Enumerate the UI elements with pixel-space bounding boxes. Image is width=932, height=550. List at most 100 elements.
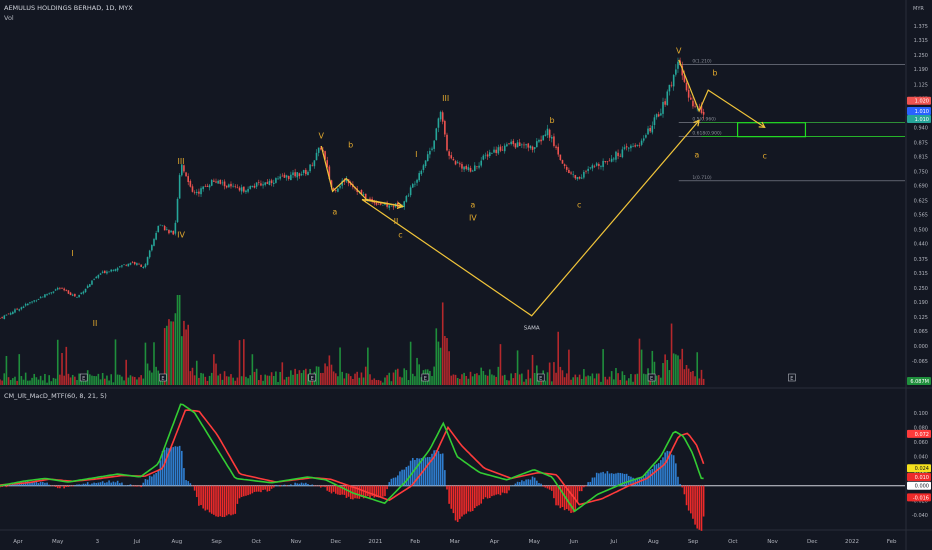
macd-histogram-bar <box>89 484 91 486</box>
candle-body <box>420 170 423 175</box>
volume-bar <box>546 372 549 385</box>
macd-histogram-bar <box>253 485 256 492</box>
volume-bar <box>131 376 134 385</box>
candle-body <box>640 140 643 145</box>
volume-bar <box>330 364 333 385</box>
volume-bar <box>127 377 130 385</box>
candle-body <box>503 145 506 152</box>
volume-bar <box>277 382 279 385</box>
candle-body <box>191 186 194 192</box>
wave-label: III <box>177 157 184 166</box>
time-tick-label: 3 <box>96 539 100 545</box>
volume-bar <box>180 336 183 385</box>
macd-histogram-bar <box>279 485 281 487</box>
volume-bar <box>337 376 339 385</box>
candle-body <box>155 233 157 240</box>
volume-bar <box>480 367 483 385</box>
macd-histogram-bar <box>459 485 461 519</box>
macd-histogram-bar <box>272 485 275 488</box>
macd-histogram-bar <box>343 485 346 495</box>
volume-bar <box>251 354 254 385</box>
candle-body <box>698 106 701 108</box>
macd-tag-text: 0.010 <box>915 475 929 481</box>
volume-bar <box>110 374 113 385</box>
macd-histogram-bar <box>657 463 660 486</box>
candle-body <box>93 279 95 280</box>
volume-bar <box>78 373 80 385</box>
candle-body <box>108 271 110 273</box>
volume-bar <box>604 376 607 385</box>
macd-histogram-bar <box>78 484 80 486</box>
volume-bar <box>187 324 190 385</box>
candle-body <box>638 145 641 146</box>
candle-body <box>281 175 284 177</box>
macd-histogram-bar <box>613 473 615 486</box>
volume-bar <box>217 375 219 385</box>
candle-body <box>272 182 275 184</box>
volume-bar <box>174 313 177 385</box>
volume-bar <box>557 331 560 385</box>
volume-bar <box>499 344 502 385</box>
macd-histogram-bar <box>550 485 553 491</box>
trading-chart[interactable]: 0(1.210)0.5(0.960)0.618(0.900)1(0.710) I… <box>0 0 932 550</box>
volume-bar <box>352 378 354 385</box>
volume-bar <box>506 380 508 385</box>
candle-body <box>634 145 636 147</box>
candle-body <box>694 106 696 107</box>
candle-body <box>52 291 55 293</box>
candle-body <box>39 297 42 299</box>
candle-body <box>426 154 429 162</box>
volume-bar <box>437 341 440 385</box>
candle-body <box>168 230 170 234</box>
candle-body <box>604 161 607 162</box>
candle-body <box>621 149 624 158</box>
macd-histogram-bar <box>157 470 160 486</box>
candle-body <box>89 284 91 287</box>
volume-bar <box>191 367 194 385</box>
macd-histogram-bar <box>334 485 337 494</box>
macd-histogram-bar <box>598 473 600 486</box>
volume-bar <box>687 368 690 385</box>
price-tick-label: 0.125 <box>914 315 928 321</box>
candle-body <box>655 114 658 118</box>
macd-histogram-bar <box>245 485 247 496</box>
volume-bar <box>170 321 172 385</box>
volume-bar <box>510 373 512 385</box>
volume-bar <box>454 374 457 385</box>
macd-histogram-bar <box>469 485 472 512</box>
candle-body <box>433 140 435 149</box>
candle-body <box>559 154 562 161</box>
candle-body <box>687 89 690 98</box>
volume-bar <box>653 361 656 385</box>
candle-body <box>285 175 288 178</box>
macd-histogram-bar <box>583 485 585 488</box>
macd-histogram-bar <box>198 485 200 506</box>
volume-bar <box>121 376 123 385</box>
volume-bar <box>328 355 331 385</box>
price-tick-label: 1.190 <box>914 67 928 73</box>
macd-histogram-bar <box>476 485 478 507</box>
volume-bar <box>240 376 243 385</box>
volume-bar <box>382 382 384 385</box>
candle-body <box>578 176 581 179</box>
candle-body <box>471 170 474 172</box>
macd-histogram-bar <box>369 485 371 499</box>
macd-histogram-bar <box>617 472 619 486</box>
candle-body <box>146 257 149 265</box>
macd-histogram-bar <box>37 483 40 486</box>
macd-histogram-bar <box>93 482 95 486</box>
volume-bar <box>360 372 363 385</box>
macd-histogram-bar <box>33 482 36 486</box>
macd-histogram-bar <box>155 472 157 486</box>
macd-histogram-bar <box>217 485 219 517</box>
candle-body <box>3 315 6 320</box>
volume-bar <box>50 381 53 385</box>
price-tick-label: 0.315 <box>914 271 928 277</box>
volume-bar <box>103 378 106 385</box>
volume-bar <box>675 354 677 385</box>
volume-bar <box>473 373 476 385</box>
volume-bar <box>343 378 346 385</box>
volume-bar <box>305 368 307 385</box>
volume-bar <box>672 353 675 385</box>
candle-body <box>56 288 59 290</box>
